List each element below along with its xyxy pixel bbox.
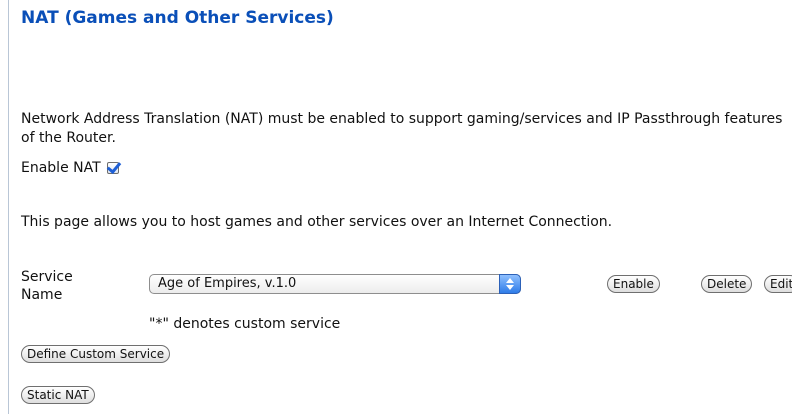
- enable-button[interactable]: Enable: [607, 275, 660, 293]
- hosting-text: This page allows you to host games and o…: [21, 214, 613, 230]
- enable-nat-checkbox[interactable]: [106, 162, 119, 174]
- enable-nat-row: Enable NAT: [21, 160, 119, 176]
- enable-nat-label: Enable NAT: [21, 160, 101, 176]
- page-title: NAT (Games and Other Services): [21, 8, 334, 28]
- service-select[interactable]: Age of Empires, v.1.0: [149, 274, 521, 294]
- delete-button[interactable]: Delete: [701, 275, 753, 293]
- custom-service-note: "*" denotes custom service: [149, 316, 341, 332]
- content-panel: NAT (Games and Other Services) Network A…: [8, 0, 792, 414]
- service-select-value: Age of Empires, v.1.0: [158, 276, 297, 291]
- select-arrows-icon[interactable]: [499, 274, 521, 294]
- service-name-label: Service Name: [21, 269, 73, 303]
- nat-intro-text: Network Address Translation (NAT) must b…: [21, 111, 783, 146]
- static-nat-button[interactable]: Static NAT: [21, 386, 95, 404]
- define-custom-service-button[interactable]: Define Custom Service: [21, 345, 171, 363]
- edit-button[interactable]: Edit: [764, 275, 792, 293]
